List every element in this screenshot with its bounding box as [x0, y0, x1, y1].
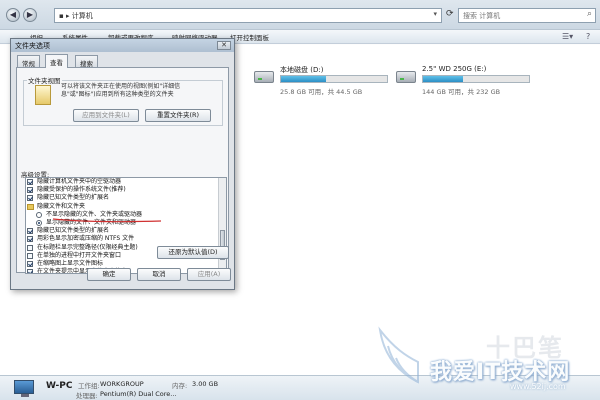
search-placeholder: 搜索 计算机 — [463, 12, 501, 20]
setting-row[interactable]: 隐藏已知文件类型的扩展名 — [26, 194, 226, 202]
watermark-url: www.52ij.com — [510, 382, 566, 391]
dialog-title: 文件夹选项 — [15, 42, 50, 50]
setting-label: 在标题栏显示完整路径(仅限经典主题) — [37, 243, 138, 251]
search-icon[interactable]: ⌕ — [587, 9, 592, 19]
explorer-toolbar: ◀ ▶ ▪ ▸ 计算机 ▾ ⟳ 搜索 计算机 ⌕ — [0, 0, 600, 30]
drive-name: 2.5" WD 250G (E:) — [422, 65, 487, 73]
drive-size: 25.8 GB 可用，共 44.5 GB — [280, 88, 363, 96]
processor-label: 处理器: — [76, 392, 98, 400]
tab-search[interactable]: 搜索 — [75, 55, 98, 68]
address-path: 计算机 — [71, 12, 93, 20]
forward-button[interactable]: ▶ — [23, 8, 37, 22]
checkbox[interactable] — [27, 187, 33, 194]
checkbox[interactable] — [27, 252, 33, 259]
folder-views-description: 可以将该文件夹正在使用的视图(例如"详细信 息"或"图标")应用到所有这种类型的… — [61, 83, 181, 98]
setting-label: 隐藏文件和文件夹 — [37, 202, 86, 210]
refresh-icon[interactable]: ⟳ — [446, 9, 454, 19]
setting-row[interactable]: 在缩略图上显示文件图标 — [26, 260, 226, 268]
apply-to-folders-button[interactable]: 应用到文件夹(L) — [73, 109, 139, 122]
setting-row[interactable]: 用彩色显示加密或压缩的 NTFS 文件 — [26, 235, 226, 243]
drive-usage-bar — [280, 75, 388, 83]
reset-folders-button[interactable]: 重置文件夹(R) — [145, 109, 211, 122]
setting-label: 不显示隐藏的文件、文件夹或驱动器 — [46, 210, 143, 218]
drive-usage-fill — [423, 76, 464, 82]
folder-icon — [27, 203, 34, 210]
setting-label: 隐藏已知文件类型的扩展名 — [37, 194, 110, 202]
cancel-button[interactable]: 取消 — [137, 268, 181, 281]
radio-button[interactable] — [36, 219, 42, 226]
drive-usage-fill — [281, 76, 326, 82]
checkbox[interactable] — [27, 195, 33, 202]
folder-options-dialog: 文件夹选项 ✕ 常规 查看 搜索 文件夹视图 可以将该文件夹正在使用的视图(例如… — [10, 38, 235, 290]
search-input[interactable]: 搜索 计算机 ⌕ — [458, 8, 596, 23]
setting-label: 用彩色显示加密或压缩的 NTFS 文件 — [37, 235, 135, 243]
drive-usage-bar — [422, 75, 530, 83]
drive-size: 144 GB 可用，共 232 GB — [422, 88, 501, 96]
dialog-titlebar[interactable]: 文件夹选项 ✕ — [11, 39, 234, 52]
tab-general[interactable]: 常规 — [17, 55, 40, 68]
advanced-settings-list[interactable]: 隐藏计算机文件夹中的空驱动器 隐藏受保护的操作系统文件(推荐) 隐藏已知文件类型的扩… — [25, 177, 227, 274]
folder-icon — [35, 85, 51, 105]
red-underline-annotation — [53, 218, 161, 223]
setting-label: 隐藏计算机文件夹中的空驱动器 — [37, 178, 122, 185]
help-icon[interactable]: ? — [586, 32, 590, 41]
workgroup-label: 工作组: — [78, 382, 100, 390]
setting-label: 隐藏受保护的操作系统文件(推荐) — [37, 186, 126, 194]
memory-value: 3.00 GB — [192, 380, 219, 388]
radio-button[interactable] — [36, 211, 42, 218]
drive-name: 本地磁盘 (D:) — [280, 66, 324, 74]
setting-label: 在缩略图上显示文件图标 — [37, 259, 104, 267]
checkbox[interactable] — [27, 260, 33, 267]
setting-row[interactable]: 隐藏计算机文件夹中的空驱动器 — [26, 178, 226, 186]
computer-icon: ▪ ▸ — [59, 12, 72, 20]
hard-drive-icon — [396, 71, 416, 83]
ok-button[interactable]: 确定 — [87, 268, 131, 281]
checkbox[interactable] — [27, 244, 33, 251]
checkbox[interactable] — [27, 179, 33, 185]
checkbox[interactable] — [27, 228, 33, 235]
back-button[interactable]: ◀ — [6, 8, 20, 22]
chevron-down-icon[interactable]: ▾ — [433, 10, 437, 18]
setting-label: 在单独的进程中打开文件夹窗口 — [37, 251, 122, 259]
processor-value: Pentium(R) Dual Core... — [100, 390, 177, 398]
computer-icon — [14, 380, 34, 397]
tab-view[interactable]: 查看 — [45, 54, 68, 68]
workgroup-value: WORKGROUP — [100, 380, 144, 388]
address-bar[interactable]: ▪ ▸ 计算机 ▾ — [54, 8, 442, 23]
view-options-icon[interactable]: ☰▾ — [562, 32, 573, 41]
hard-drive-icon — [254, 71, 274, 83]
cmd-control-panel[interactable]: 打开控制面板 — [230, 32, 269, 42]
setting-label: 隐藏已知文件类型的扩展名 — [37, 227, 110, 235]
checkbox[interactable] — [27, 269, 33, 273]
restore-defaults-button[interactable]: 还原为默认值(D) — [157, 246, 229, 259]
checkbox[interactable] — [27, 236, 33, 243]
setting-row[interactable]: 隐藏文件和文件夹 — [26, 203, 226, 211]
memory-label: 内存: — [172, 382, 188, 390]
pc-name: W-PC — [46, 381, 73, 391]
close-icon[interactable]: ✕ — [217, 41, 231, 50]
apply-button[interactable]: 应用(A) — [187, 268, 231, 281]
folder-views-title: 文件夹视图 — [27, 75, 62, 85]
